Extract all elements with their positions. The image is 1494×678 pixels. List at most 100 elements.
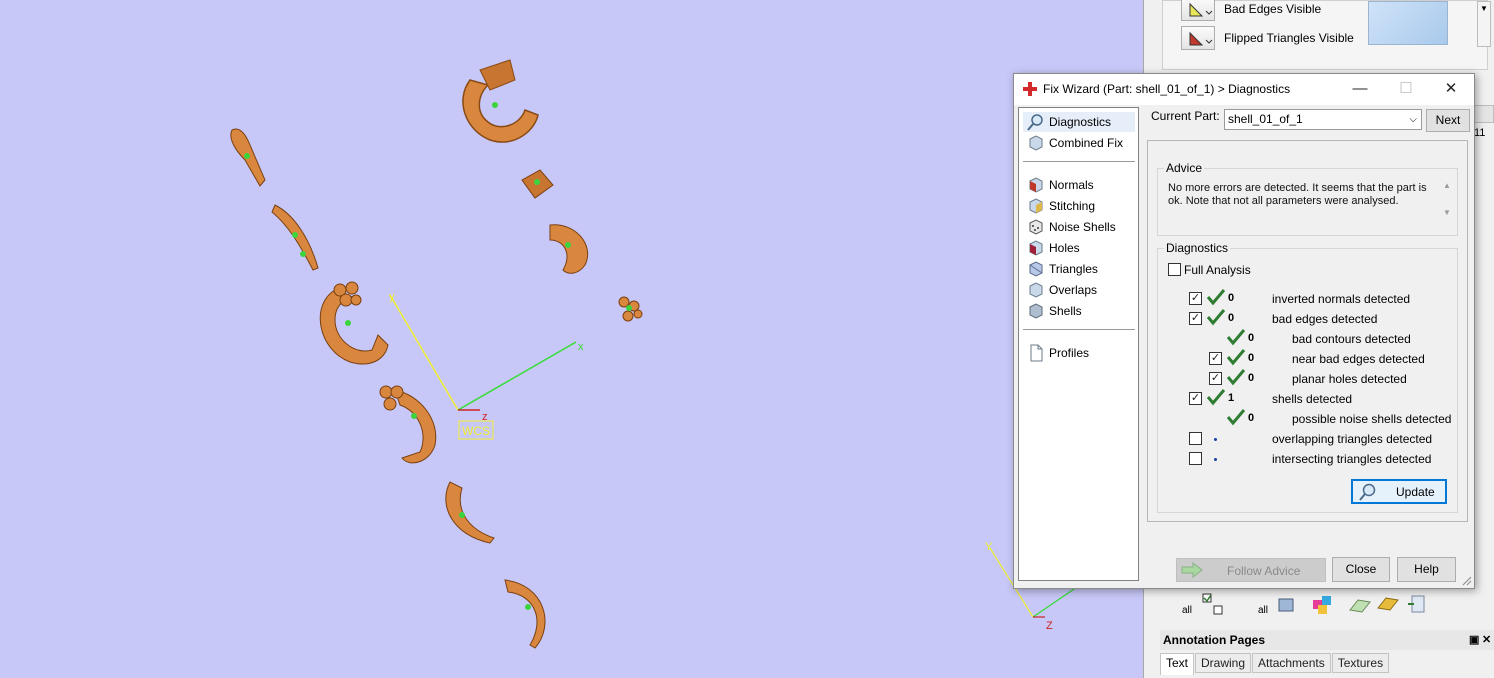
pending-dot-icon: [1214, 438, 1217, 441]
checkbox-toggle-icon[interactable]: [1200, 588, 1226, 616]
maximize-button[interactable]: ☐: [1383, 74, 1429, 104]
shells-count: 1: [1228, 392, 1235, 404]
chevron-down-icon[interactable]: ▼: [1477, 1, 1491, 47]
annotation-pages-title: Annotation Pages: [1163, 633, 1266, 647]
3d-viewport[interactable]: y x z WCS Y Z: [0, 0, 1143, 678]
advice-text: No more errors are detected. It seems th…: [1168, 182, 1427, 207]
update-button[interactable]: Update: [1351, 479, 1447, 504]
nav-item-holes[interactable]: Holes: [1023, 238, 1135, 258]
tab-drawing[interactable]: Drawing: [1195, 653, 1252, 673]
tab-text[interactable]: Text: [1160, 653, 1195, 675]
part-flower-ring-1[interactable]: [319, 281, 389, 365]
export-icon[interactable]: [1404, 588, 1430, 616]
near-bad-edges-label: near bad edges detected: [1292, 352, 1425, 366]
part-arc-lower-2[interactable]: [504, 579, 546, 649]
nav-item-combined-fix[interactable]: Combined Fix: [1023, 133, 1135, 153]
nav-item-profiles[interactable]: Profiles: [1023, 343, 1135, 363]
full-analysis-checkbox[interactable]: [1168, 263, 1181, 276]
flipped-triangles-icon: [1189, 31, 1213, 46]
fix-wizard-dialog: Fix Wizard (Part: shell_01_of_1) > Diagn…: [1013, 73, 1475, 589]
shells-checkbox[interactable]: ✓: [1189, 392, 1202, 405]
help-button[interactable]: Help: [1397, 557, 1456, 582]
part-small-block[interactable]: [521, 169, 554, 199]
nav-label-normals: Normals: [1049, 178, 1094, 192]
flipped-triangles-button[interactable]: [1181, 26, 1215, 50]
nav-item-diagnostics[interactable]: Diagnostics: [1023, 112, 1135, 132]
visibility-section: Bad Edges Visible Flipped Triangles Visi…: [1162, 0, 1491, 70]
part-left-pin[interactable]: [230, 128, 266, 187]
check-icon: [1206, 309, 1226, 326]
part-top-ring[interactable]: [462, 59, 539, 143]
bad-edges-visible-row[interactable]: Bad Edges Visible: [1181, 0, 1321, 23]
document-icon: [1030, 344, 1043, 362]
planar-holes-count: 0: [1248, 372, 1255, 384]
nav-item-noise-shells[interactable]: Noise Shells: [1023, 217, 1135, 237]
noise-shells-icon: [1029, 219, 1043, 235]
flipped-triangles-row[interactable]: Flipped Triangles Visible: [1181, 24, 1354, 52]
current-part-value: shell_01_of_1: [1228, 112, 1303, 126]
planar-holes-label: planar holes detected: [1292, 372, 1407, 386]
part-cluster-small[interactable]: [618, 296, 643, 322]
select-all-icon[interactable]: all: [1166, 588, 1192, 616]
minimize-button[interactable]: —: [1337, 74, 1383, 104]
plane-icon[interactable]: [1346, 588, 1372, 616]
flipped-triangles-label: Flipped Triangles Visible: [1224, 31, 1354, 45]
overlapping-triangles-checkbox[interactable]: [1189, 432, 1202, 445]
next-button[interactable]: Next: [1426, 109, 1470, 132]
check-icon: [1226, 349, 1246, 366]
dialog-titlebar[interactable]: Fix Wizard (Part: shell_01_of_1) > Diagn…: [1014, 74, 1474, 105]
dialog-title: Fix Wizard (Part: shell_01_of_1) > Diagn…: [1043, 82, 1291, 96]
viewport-scene[interactable]: y x z WCS Y Z: [0, 0, 1143, 678]
annotation-pages-header: Annotation Pages ▣ ✕: [1160, 630, 1494, 650]
part-flower-ring-2[interactable]: [379, 385, 437, 464]
nav-label-shells: Shells: [1049, 304, 1082, 318]
cubes-color-icon[interactable]: [1308, 588, 1334, 616]
nav-item-shells[interactable]: Shells: [1023, 301, 1135, 321]
inverted-normals-checkbox[interactable]: ✓: [1189, 292, 1202, 305]
tab-textures[interactable]: Textures: [1331, 653, 1390, 673]
bad-edges-checkbox[interactable]: ✓: [1189, 312, 1202, 325]
near-bad-edges-checkbox[interactable]: ✓: [1209, 352, 1222, 365]
curve-all-icon[interactable]: all: [1242, 588, 1268, 616]
diagnostics-title: Diagnostics: [1164, 241, 1231, 255]
nav-item-normals[interactable]: Normals: [1023, 175, 1135, 195]
advice-group: Advice No more errors are detected. It s…: [1157, 161, 1458, 236]
tab-attachments[interactable]: Attachments: [1252, 653, 1331, 673]
check-icon: [1226, 409, 1246, 426]
advice-title: Advice: [1164, 161, 1205, 175]
nav-item-stitching[interactable]: Stitching: [1023, 196, 1135, 216]
current-part-label: Current Part:: [1151, 109, 1220, 123]
axis-x-label: x: [578, 341, 584, 353]
small-axis-y-label: Y: [985, 541, 993, 553]
nav-item-triangles[interactable]: Triangles: [1023, 259, 1135, 279]
part-left-arc[interactable]: [271, 204, 319, 271]
resize-grip-icon[interactable]: [1462, 576, 1472, 586]
part-arc-lower-1[interactable]: [445, 481, 495, 544]
restore-icon[interactable]: ▣: [1469, 630, 1479, 650]
full-analysis-label: Full Analysis: [1184, 263, 1251, 277]
nav-item-overlaps[interactable]: Overlaps: [1023, 280, 1135, 300]
bad-edges-icon: [1189, 2, 1213, 17]
advice-scrollbar[interactable]: ▲ ▼: [1440, 181, 1454, 227]
holes-cube-icon: [1029, 240, 1043, 256]
cube-preview[interactable]: [1368, 1, 1448, 45]
overlapping-triangles-label: overlapping triangles detected: [1272, 432, 1433, 446]
cube-icon: [1029, 135, 1043, 151]
close-icon[interactable]: ✕: [1482, 630, 1491, 650]
surface-icon[interactable]: [1374, 588, 1400, 616]
follow-advice-button[interactable]: Follow Advice: [1176, 558, 1326, 582]
close-button[interactable]: Close: [1332, 557, 1390, 582]
annotation-tabs: Text Drawing Attachments Textures: [1160, 653, 1494, 678]
close-window-button[interactable]: ✕: [1428, 74, 1474, 104]
check-icon: [1206, 289, 1226, 306]
bad-contours-label: bad contours detected: [1292, 332, 1411, 346]
planar-holes-checkbox[interactable]: ✓: [1209, 372, 1222, 385]
part-band[interactable]: [549, 224, 588, 274]
camera-icon[interactable]: [1272, 588, 1298, 616]
bad-edges-visible-label: Bad Edges Visible: [1224, 2, 1322, 16]
nav-label-diagnostics: Diagnostics: [1049, 115, 1112, 129]
bad-edges-visible-button[interactable]: [1181, 0, 1215, 21]
intersecting-triangles-checkbox[interactable]: [1189, 452, 1202, 465]
current-part-select[interactable]: shell_01_of_1 ⌵: [1224, 109, 1422, 130]
bad-edges-label: bad edges detected: [1272, 312, 1378, 326]
